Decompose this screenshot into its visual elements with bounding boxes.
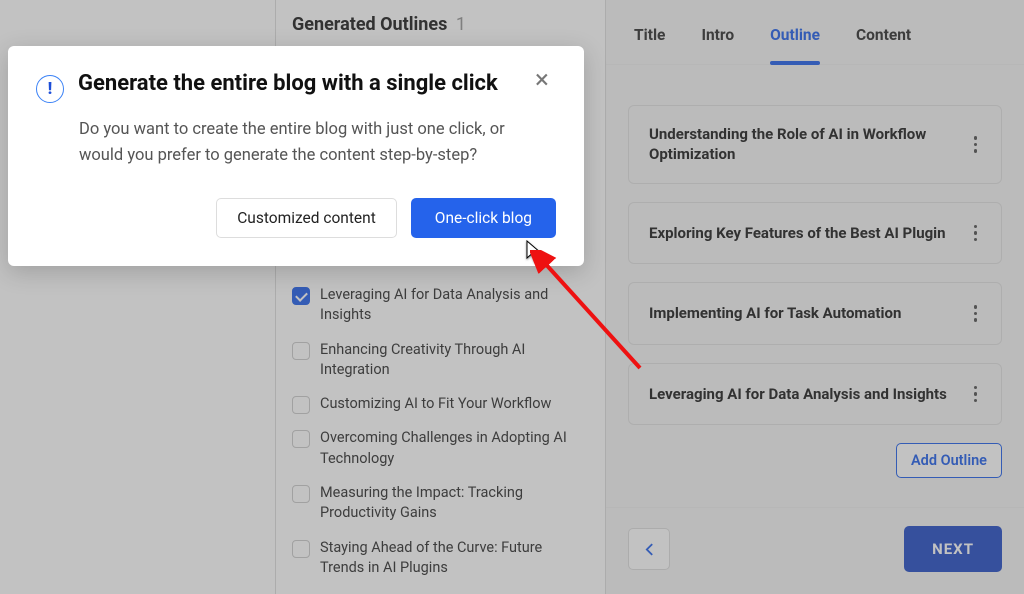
generate-dialog: Generate the entire blog with a single c… [8,46,584,266]
customized-content-button[interactable]: Customized content [216,198,397,238]
dialog-description: Do you want to create the entire blog wi… [79,117,556,168]
one-click-blog-button[interactable]: One-click blog [411,198,556,238]
close-icon[interactable]: × [528,66,556,94]
dialog-title: Generate the entire blog with a single c… [78,70,506,99]
info-icon [36,75,64,103]
